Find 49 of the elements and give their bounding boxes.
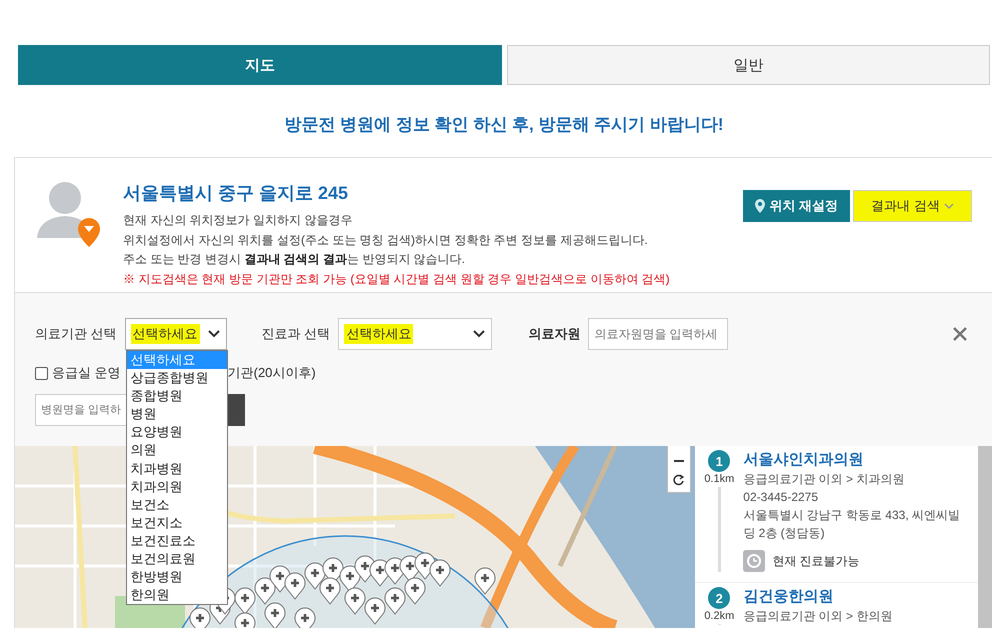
warning-text: ※ 지도검색은 현재 방문 기관만 조회 가능 (요일별 시간별 검색 원할 경우 일반검색으로 이동하여 검색) [123, 270, 670, 288]
institution-label: 의료기관 선택 [35, 325, 117, 343]
clinic-name-link[interactable]: 김건웅한의원 [743, 587, 970, 607]
dropdown-option[interactable]: 보건진료소 [126, 532, 227, 550]
dropdown-option[interactable]: 한의원 [126, 586, 227, 604]
notice-text: 방문전 병원에 정보 확인 하신 후, 방문해 주시기 바랍니다! [284, 114, 724, 136]
night-clinic-label: 기관(20시이후) [228, 364, 316, 382]
phone-text: 02-3445-2275 [743, 489, 820, 506]
dropdown-option[interactable]: 상급종합병원 [126, 369, 227, 388]
dropdown-option[interactable]: 의원 [126, 441, 227, 460]
reset-location-button[interactable]: 위치 재설정 [743, 190, 850, 222]
rank-number: 2 [708, 587, 730, 609]
clock-glyph-icon [747, 554, 762, 568]
refresh-icon[interactable] [673, 474, 686, 486]
info-text: 현재 자신의 위치정보가 일치하지 않을경우 [123, 212, 354, 229]
chevron-down-icon [944, 202, 954, 210]
resource-label: 의료자원 [528, 325, 580, 343]
dropdown-option[interactable]: 치과병원 [126, 460, 227, 478]
department-select[interactable]: 선택하세요 [338, 318, 492, 350]
chevron-down-icon [473, 330, 486, 338]
close-icon[interactable] [952, 326, 968, 342]
dropdown-option[interactable]: 치과의원 [126, 478, 227, 496]
status-text: 현재 진료불가능 [772, 552, 860, 570]
distance-text: 0.2km [704, 610, 734, 622]
checkbox-label: 응급실 운영 [52, 364, 121, 382]
distance-text: 0.1km [704, 473, 734, 485]
dropdown-option[interactable]: 보건소 [126, 496, 227, 514]
dropdown-option[interactable]: 한방병원 [126, 568, 227, 586]
info-text: 주소 또는 반경 변경시 결과내 검색의 결과는 반영되지 않습니다. [123, 251, 466, 268]
result-search-button[interactable]: 결과내 검색 [853, 190, 972, 222]
dropdown-option[interactable]: 병원 [126, 405, 227, 424]
tab[interactable]: 일반 [506, 45, 990, 85]
tab[interactable]: 지도 [18, 45, 502, 85]
clinic-name-link[interactable]: 서울샤인치과의원 [743, 450, 970, 470]
category-text: 응급의료기관 이외 > 치과의원 [743, 471, 906, 488]
chevron-down-icon [208, 330, 220, 338]
category-text: 응급의료기관 이외 > 한의원 [743, 608, 894, 625]
resource-input[interactable]: 의료자원명을 입력하세 [588, 318, 728, 350]
address-text: 서울특별시 강남구 학동로 433, 씨엔씨빌딩 2층 (청담동) [743, 507, 961, 542]
dropdown-option[interactable]: 보건의료원 [126, 550, 227, 568]
rank-number: 1 [708, 450, 730, 472]
department-label: 진료과 선택 [262, 325, 330, 343]
address-title: 서울특별시 중구 을지로 245 [123, 182, 350, 205]
pin-icon [755, 199, 766, 213]
dropdown-option[interactable]: 요양병원 [126, 423, 227, 442]
info-text: 위치설정에서 자신의 위치를 설정(주소 또는 명칭 검색)하시면 정확한 주변 정보를 제공해드립니다. [123, 232, 649, 248]
scrollbar[interactable] [978, 446, 992, 628]
dropdown-option[interactable]: 보건지소 [126, 514, 227, 532]
checkbox[interactable] [35, 366, 48, 380]
